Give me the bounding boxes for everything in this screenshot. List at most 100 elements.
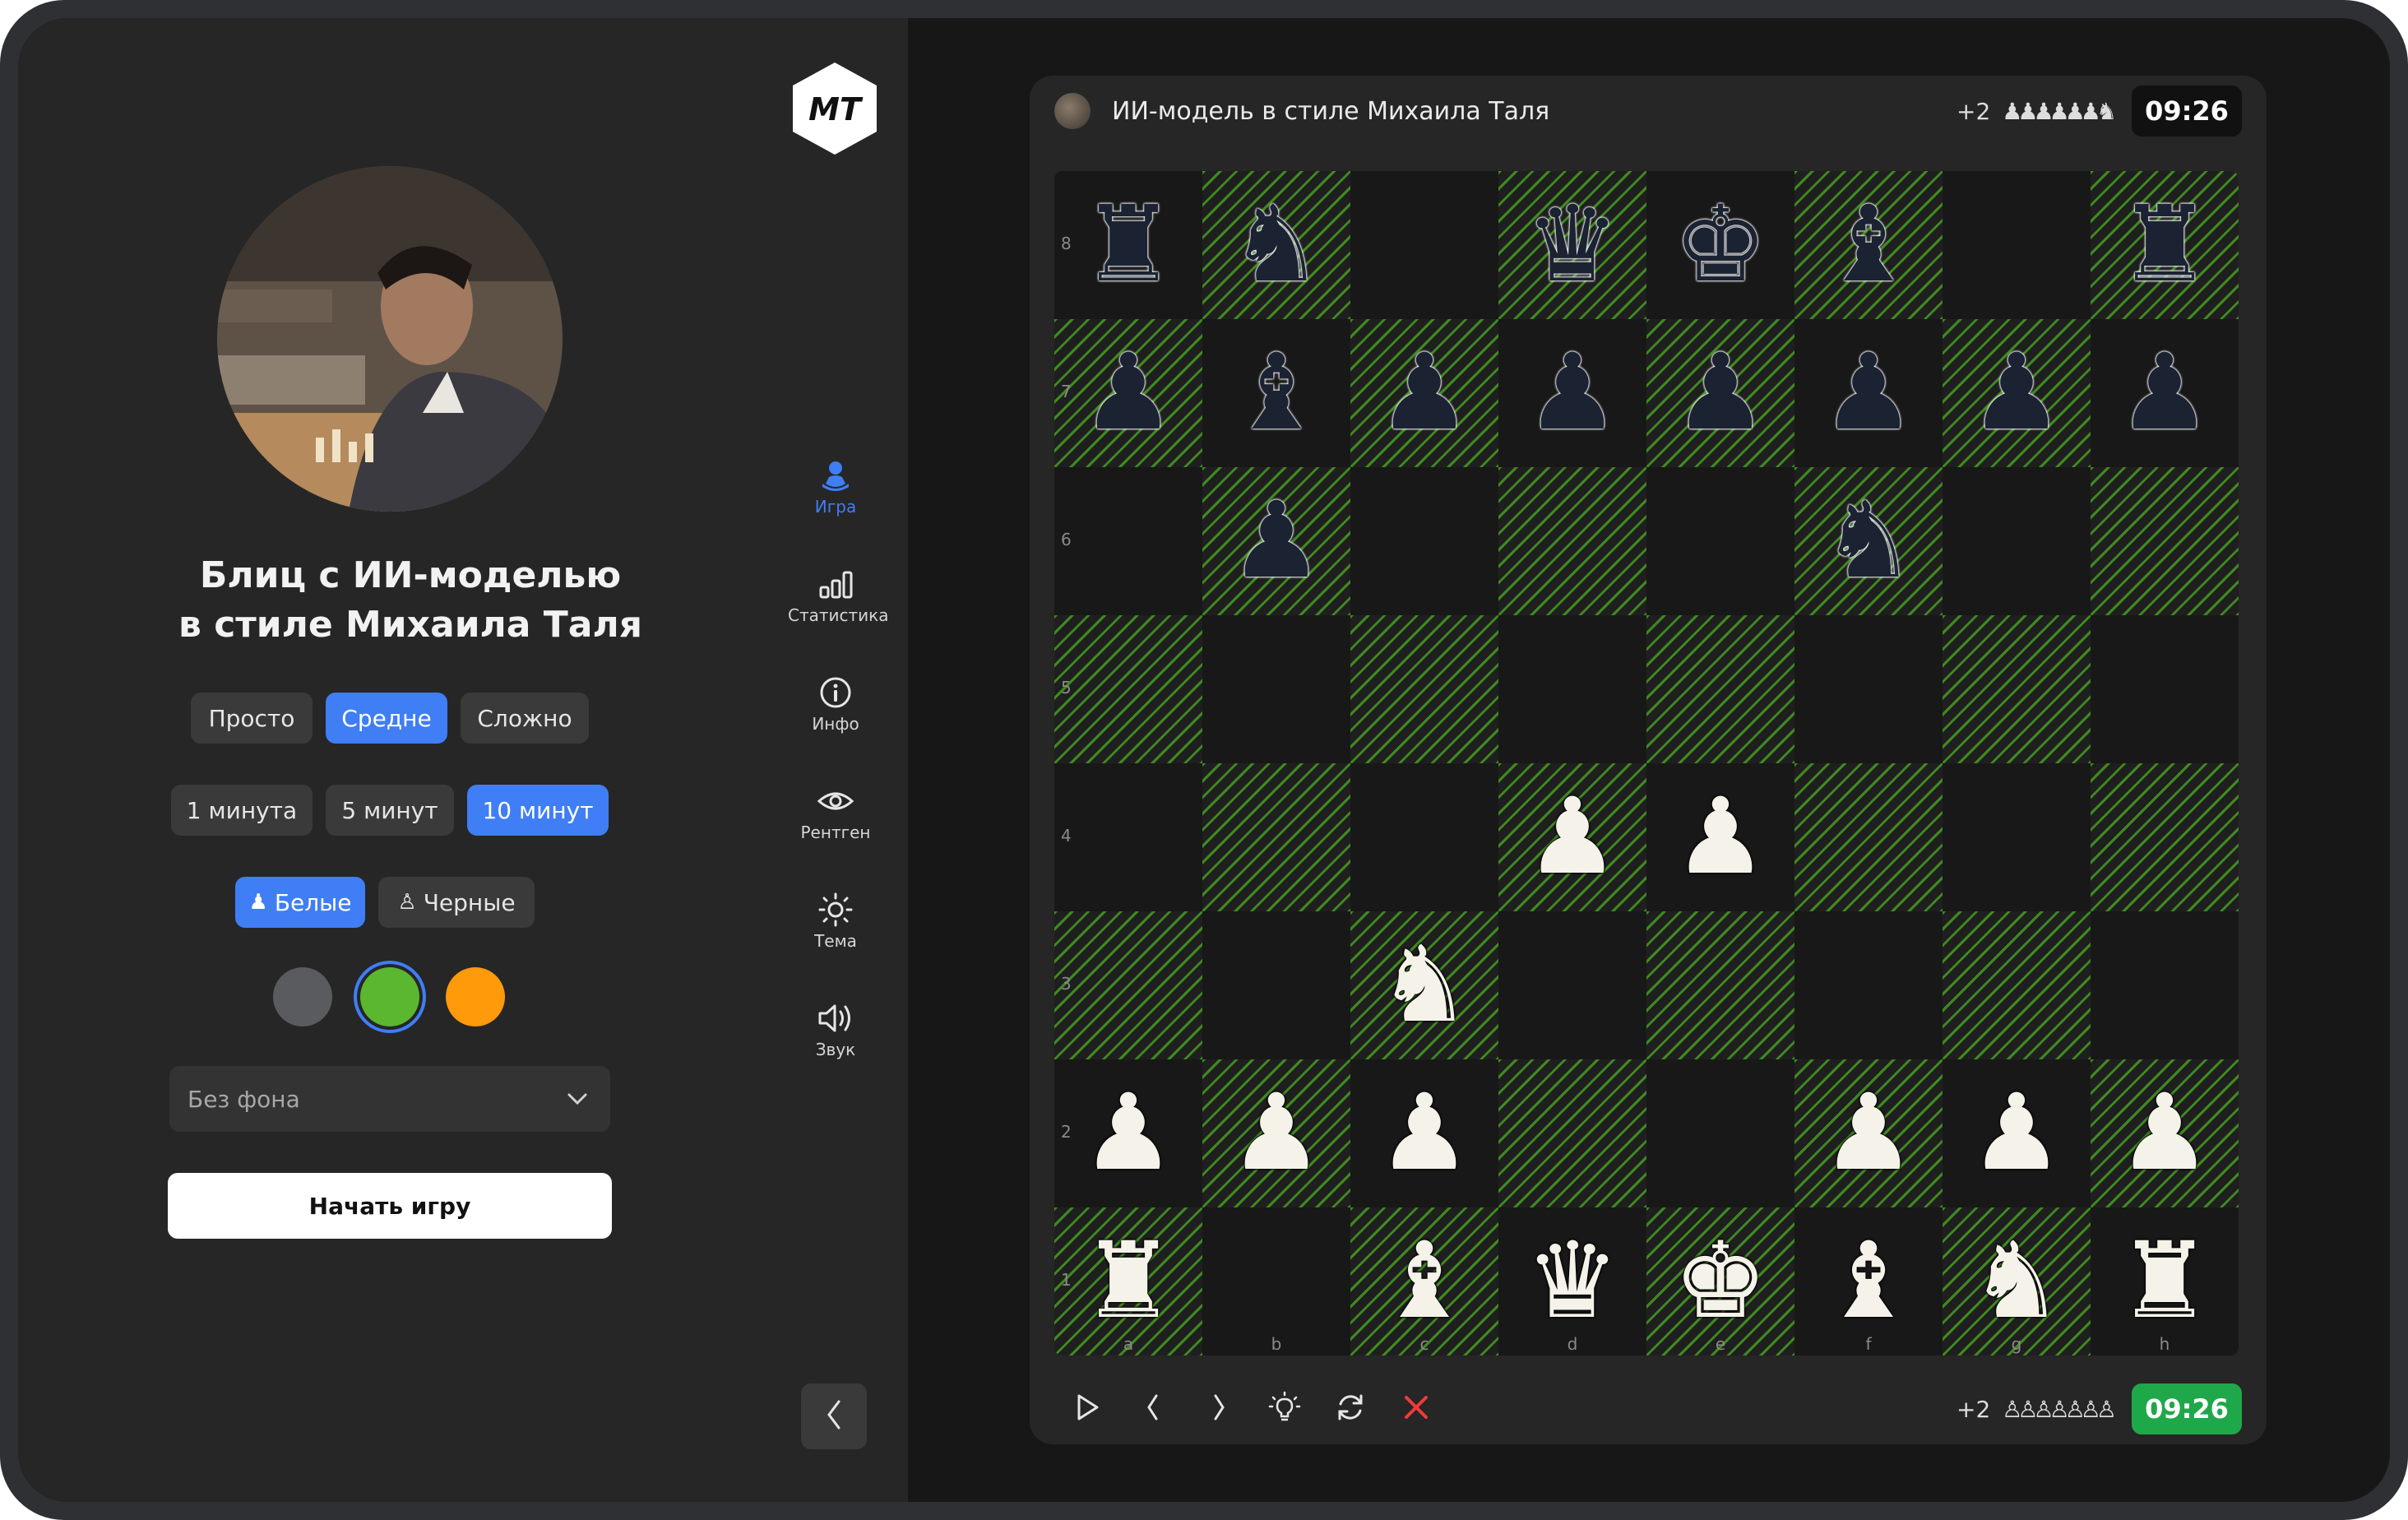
board-square[interactable]: 2 ♟ [1054,1059,1202,1207]
board-square[interactable]: ♝ [1794,171,1943,319]
board-square[interactable] [1943,615,2091,763]
board-square[interactable]: d ♛ [1498,1207,1646,1355]
black-pawn-icon[interactable]: ♟ [1202,467,1350,615]
board-square[interactable] [1498,1059,1646,1207]
board-square[interactable] [1498,911,1646,1059]
nav-item-game[interactable]: Игра [788,454,883,517]
board-square[interactable] [2091,911,2239,1059]
board-square[interactable] [2091,763,2239,911]
board-square[interactable] [1350,763,1498,911]
start-game-button[interactable]: Начать игру [168,1173,612,1239]
white-pawn-icon[interactable]: ♟ [1202,1059,1350,1207]
board-square[interactable] [1646,467,1794,615]
board-square[interactable]: ♟ [1794,319,1943,467]
board-square[interactable]: ♟ [1498,319,1646,467]
board-square[interactable]: ♛ [1498,171,1646,319]
board-square[interactable]: 6 [1054,467,1202,615]
white-bishop-icon[interactable]: ♝ [1794,1207,1943,1355]
black-knight-icon[interactable]: ♞ [1202,171,1350,319]
board-square[interactable]: c ♝ [1350,1207,1498,1355]
board-square[interactable]: ♟ [1202,1059,1350,1207]
board-square[interactable] [1794,911,1943,1059]
time-10min-button[interactable]: 10 минут [467,785,609,836]
white-pawn-icon[interactable]: ♟ [1498,763,1646,911]
board-square[interactable]: 8 ♜ [1054,171,1202,319]
black-rook-icon[interactable]: ♜ [1054,171,1202,319]
board-square[interactable]: ♜ [2091,171,2239,319]
board-square[interactable]: ♟ [1943,1059,2091,1207]
black-pawn-icon[interactable]: ♟ [1943,319,2091,467]
white-pawn-icon[interactable]: ♟ [1943,1059,2091,1207]
hint-button[interactable] [1252,1380,1317,1438]
board-square[interactable]: ♟ [1498,763,1646,911]
nav-item-theme[interactable]: Тема [788,888,883,951]
nav-item-statistics[interactable]: Статистика [788,563,889,625]
board-square[interactable] [1202,763,1350,911]
board-square[interactable] [1943,467,2091,615]
black-queen-icon[interactable]: ♛ [1498,171,1646,319]
time-1min-button[interactable]: 1 минута [171,785,313,836]
resign-button[interactable] [1383,1380,1449,1438]
board-square[interactable]: ♟ [1794,1059,1943,1207]
board-square[interactable] [1350,615,1498,763]
board-square[interactable]: ♟ [1350,319,1498,467]
black-pawn-icon[interactable]: ♟ [1498,319,1646,467]
nav-item-xray[interactable]: Рентген [788,780,883,842]
board-square[interactable] [1794,615,1943,763]
color-swatch-green[interactable] [360,967,419,1026]
board-square[interactable] [1498,615,1646,763]
app-logo[interactable]: МТ [791,61,878,156]
board-square[interactable] [1646,911,1794,1059]
board-square[interactable] [1794,763,1943,911]
board-square[interactable]: f ♝ [1794,1207,1943,1355]
white-pawn-icon[interactable]: ♟ [1794,1059,1943,1207]
board-square[interactable]: ♟ [1646,319,1794,467]
background-select[interactable]: Без фона [169,1066,610,1132]
board-square[interactable] [1498,467,1646,615]
flip-board-button[interactable] [1317,1380,1383,1438]
chess-board[interactable]: 8 ♜ ♞ ♛ ♚ ♝ ♜ 7 ♟ ♝ ♟ ♟ ♟ ♟ ♟ ♟ 6 ♟ ♞ 5 4 ♟ ♟ 3 ♞ 2 ♟ ♟ ♟ ♟ ♟ ♟ 1 a ♜ b c ♝ d ♛… [1054,171,2239,1355]
board-square[interactable]: e ♚ [1646,1207,1794,1355]
board-square[interactable]: 7 ♟ [1054,319,1202,467]
board-square[interactable]: 4 [1054,763,1202,911]
board-square[interactable]: ♝ [1202,319,1350,467]
prev-move-button[interactable] [1120,1380,1186,1438]
board-square[interactable]: ♞ [1350,911,1498,1059]
board-square[interactable]: ♟ [1350,1059,1498,1207]
white-king-icon[interactable]: ♚ [1646,1207,1794,1355]
black-pawn-icon[interactable]: ♟ [1794,319,1943,467]
board-square[interactable] [1943,171,2091,319]
board-square[interactable]: 1 a ♜ [1054,1207,1202,1355]
board-square[interactable]: ♟ [2091,319,2239,467]
board-square[interactable]: ♞ [1202,171,1350,319]
board-square[interactable]: ♟ [1646,763,1794,911]
collapse-panel-button[interactable] [801,1383,867,1449]
board-square[interactable]: h ♜ [2091,1207,2239,1355]
board-square[interactable]: ♟ [2091,1059,2239,1207]
difficulty-medium-button[interactable]: Средне [326,693,447,744]
board-square[interactable] [2091,615,2239,763]
board-square[interactable]: ♟ [1943,319,2091,467]
board-square[interactable] [1350,467,1498,615]
board-square[interactable] [1943,763,2091,911]
nav-item-sound[interactable]: Звук [788,997,883,1059]
board-square[interactable]: b [1202,1207,1350,1355]
white-knight-icon[interactable]: ♞ [1350,911,1498,1059]
black-rook-icon[interactable]: ♜ [2091,171,2239,319]
board-square[interactable] [1646,1059,1794,1207]
black-pawn-icon[interactable]: ♟ [1646,319,1794,467]
white-pawn-icon[interactable]: ♟ [2091,1059,2239,1207]
black-pawn-icon[interactable]: ♟ [1054,319,1202,467]
board-square[interactable] [1943,911,2091,1059]
white-pawn-icon[interactable]: ♟ [1054,1059,1202,1207]
black-knight-icon[interactable]: ♞ [1794,467,1943,615]
board-square[interactable] [2091,467,2239,615]
board-square[interactable]: ♟ [1202,467,1350,615]
board-square[interactable] [1350,171,1498,319]
white-queen-icon[interactable]: ♛ [1498,1207,1646,1355]
white-pawn-icon[interactable]: ♟ [1350,1059,1498,1207]
white-rook-icon[interactable]: ♜ [1054,1207,1202,1355]
difficulty-easy-button[interactable]: Просто [191,693,313,744]
white-bishop-icon[interactable]: ♝ [1350,1207,1498,1355]
white-knight-icon[interactable]: ♞ [1943,1207,2091,1355]
